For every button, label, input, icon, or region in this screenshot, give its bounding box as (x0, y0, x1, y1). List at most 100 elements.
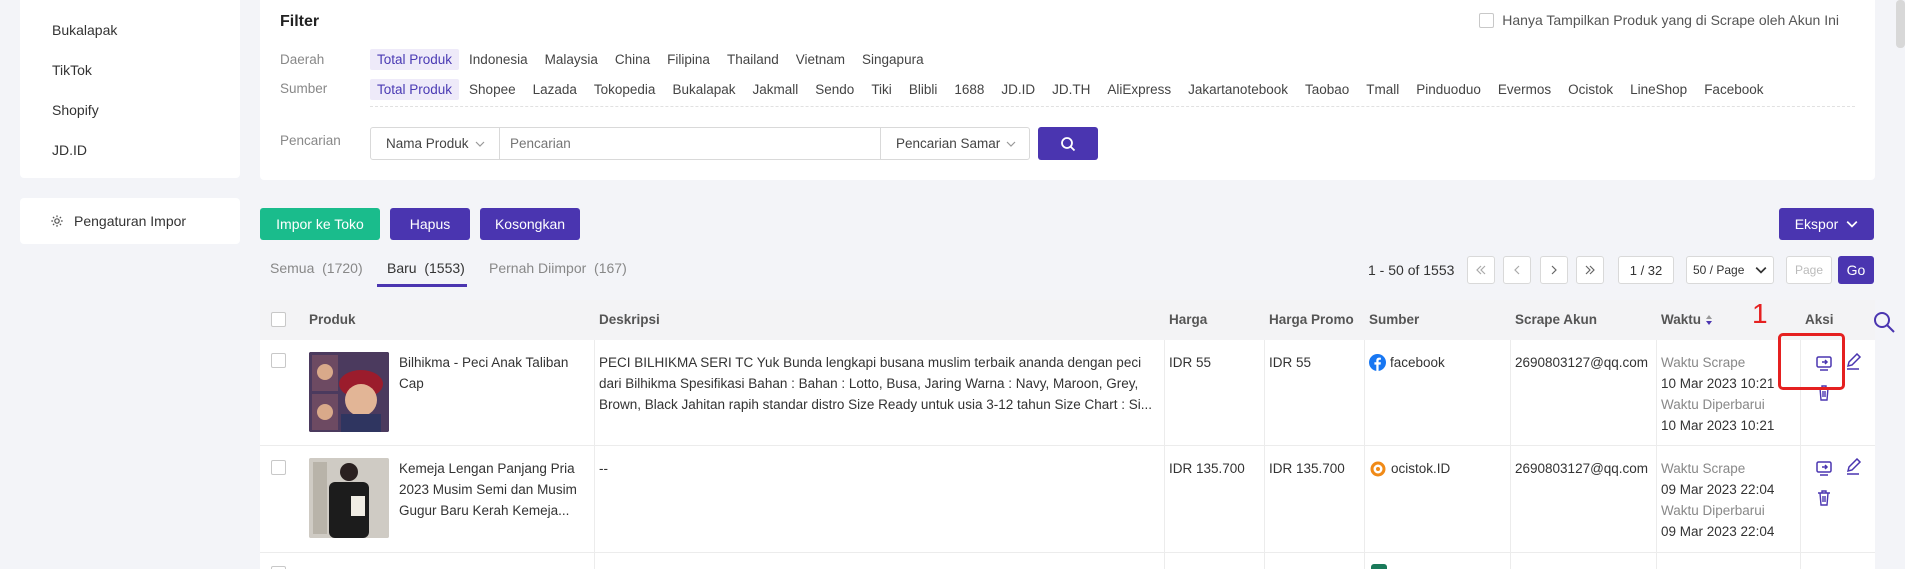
filter-title: Filter (280, 13, 320, 30)
header-time[interactable]: Waktu (1661, 312, 1713, 327)
pagination-info: 1 - 50 of 1553 (1368, 262, 1455, 278)
source-chip[interactable]: AliExpress (1100, 79, 1178, 100)
sidebar-platform-list: Bukalapak TikTok Shopify JD.ID (20, 0, 240, 178)
region-chip[interactable]: Filipina (660, 49, 717, 70)
magnifier-icon[interactable] (1872, 310, 1896, 334)
region-chip[interactable]: Indonesia (462, 49, 535, 70)
trash-icon[interactable] (1814, 488, 1834, 508)
filter-divider (370, 106, 1855, 107)
source-chip[interactable]: Facebook (1697, 79, 1770, 100)
source-chip[interactable]: Sendo (808, 79, 861, 100)
table-row: Kemeja Lengan Panjang Pria 2023 Musim Se… (260, 447, 1875, 553)
product-name[interactable]: Kemeja Lengan Panjang Pria 2023 Musim Se… (399, 458, 584, 521)
delete-button[interactable]: Hapus (390, 208, 470, 240)
next-page-button[interactable] (1540, 256, 1568, 284)
table-header: Produk Deskripsi Harga Harga Promo Sumbe… (260, 300, 1875, 340)
facebook-icon (1369, 354, 1386, 371)
prev-page-button[interactable] (1503, 256, 1531, 284)
sidebar-item-bukalapak[interactable]: Bukalapak (52, 22, 117, 38)
last-page-button[interactable] (1576, 256, 1604, 284)
sidebar-item-shopify[interactable]: Shopify (52, 102, 99, 118)
search-icon (1061, 136, 1076, 151)
region-chip[interactable]: Vietnam (789, 49, 852, 70)
source-chip[interactable]: Tiki (864, 79, 899, 100)
scrape-account: 2690803127@qq.com (1515, 355, 1649, 370)
double-chevron-right-icon (1585, 265, 1595, 275)
source-chip[interactable]: Tmall (1359, 79, 1406, 100)
source-chip[interactable]: Pinduoduo (1409, 79, 1488, 100)
header-price: Harga (1169, 312, 1208, 327)
search-mode-select[interactable]: Pencarian Samar (880, 127, 1030, 160)
header-time-label: Waktu (1661, 312, 1701, 327)
region-chip[interactable]: Total Produk (370, 49, 460, 70)
source-chip[interactable]: Shopee (462, 79, 523, 100)
region-chip[interactable]: Singapura (855, 49, 931, 70)
source-chip[interactable]: Jakmall (746, 79, 806, 100)
tab-all-label: Semua (270, 260, 315, 276)
import-to-store-icon[interactable] (1814, 459, 1834, 479)
source-chip[interactable]: JD.TH (1045, 79, 1097, 100)
first-page-button[interactable] (1467, 256, 1495, 284)
page-scrollbar[interactable] (1896, 0, 1905, 48)
product-price: IDR 135.700 (1169, 461, 1245, 476)
select-all-checkbox[interactable] (271, 312, 286, 327)
source-chip[interactable]: LineShop (1623, 79, 1694, 100)
source-chip[interactable]: JD.ID (994, 79, 1042, 100)
double-chevron-left-icon (1476, 265, 1486, 275)
export-button[interactable]: Ekspor (1779, 208, 1874, 240)
region-chip[interactable]: Thailand (720, 49, 786, 70)
import-settings-button[interactable]: Pengaturan Impor (20, 198, 240, 244)
source-chip[interactable]: Total Produk (370, 79, 460, 100)
go-button[interactable]: Go (1838, 256, 1874, 284)
row-checkbox[interactable] (271, 460, 286, 475)
only-mine-toggle[interactable]: Hanya Tampilkan Produk yang di Scrape ol… (1479, 12, 1839, 28)
only-mine-checkbox[interactable] (1479, 12, 1495, 28)
source-chip[interactable]: Tokopedia (587, 79, 663, 100)
tab-new[interactable]: Baru (1553) (387, 260, 465, 276)
product-name[interactable]: Bilhikma - Peci Anak Taliban Cap (399, 352, 584, 394)
chevron-down-icon (1755, 267, 1767, 274)
source-chip[interactable]: Blibli (902, 79, 945, 100)
import-to-store-button[interactable]: Impor ke Toko (260, 208, 380, 240)
source-icon (1371, 564, 1387, 569)
edit-icon[interactable] (1843, 458, 1863, 478)
tab-all[interactable]: Semua (1720) (270, 260, 363, 276)
product-image (309, 352, 389, 432)
update-time-label: Waktu Diperbarui (1661, 503, 1765, 518)
source-chip[interactable]: Evermos (1491, 79, 1558, 100)
source-chip[interactable]: Jakartanotebook (1181, 79, 1295, 100)
search-field-value: Nama Produk (386, 136, 469, 151)
source-chip[interactable]: 1688 (947, 79, 991, 100)
source-chip[interactable]: Bukalapak (665, 79, 742, 100)
gear-icon (51, 215, 63, 227)
clear-button[interactable]: Kosongkan (480, 208, 580, 240)
sidebar-item-jdid[interactable]: JD.ID (52, 142, 87, 158)
row-checkbox[interactable] (271, 353, 286, 368)
source-name: facebook (1390, 355, 1445, 370)
sidebar-item-tiktok[interactable]: TikTok (52, 62, 92, 78)
search-input[interactable] (500, 127, 880, 160)
tab-imported-label: Pernah Diimpor (489, 260, 587, 276)
sort-icon (1706, 314, 1712, 325)
region-chip[interactable]: China (608, 49, 657, 70)
header-description: Deskripsi (599, 312, 660, 327)
search-label: Pencarian (280, 133, 341, 148)
edit-icon[interactable] (1843, 353, 1863, 373)
product-thumbnail[interactable] (309, 458, 389, 538)
per-page-select[interactable]: 50 / Page (1686, 256, 1774, 284)
scrape-time: 10 Mar 2023 10:21 (1661, 376, 1775, 391)
active-tab-indicator (377, 284, 467, 287)
product-image (309, 458, 389, 538)
page-jump-input[interactable]: Page (1786, 256, 1832, 284)
search-field-select[interactable]: Nama Produk (370, 127, 500, 160)
search-button[interactable] (1038, 127, 1098, 160)
product-thumbnail[interactable] (309, 352, 389, 432)
tab-imported-count: (167) (594, 260, 627, 276)
source-chip[interactable]: Lazada (526, 79, 584, 100)
source-chip[interactable]: Ocistok (1561, 79, 1620, 100)
header-scrape-account: Scrape Akun (1515, 312, 1598, 327)
product-promo-price: IDR 135.700 (1269, 461, 1345, 476)
source-chip[interactable]: Taobao (1298, 79, 1356, 100)
region-chip[interactable]: Malaysia (538, 49, 605, 70)
tab-imported[interactable]: Pernah Diimpor (167) (489, 260, 627, 276)
